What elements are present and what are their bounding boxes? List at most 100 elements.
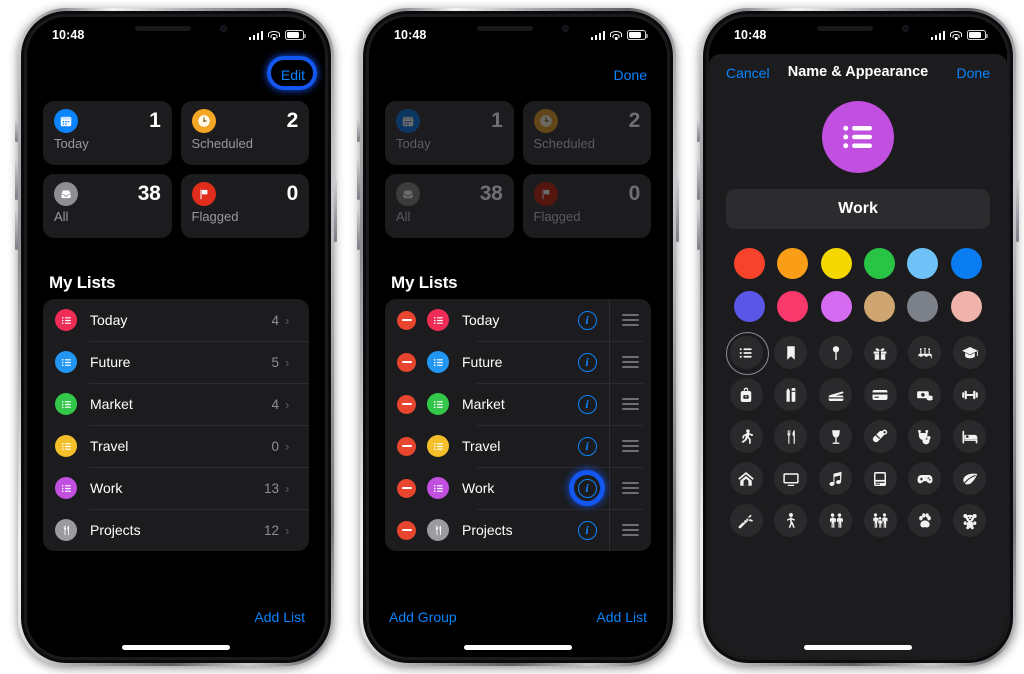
- list-row-projects[interactable]: Projects i: [385, 509, 651, 551]
- color-swatch-gray[interactable]: [907, 291, 939, 322]
- mute-switch[interactable]: [15, 120, 18, 142]
- list-row-travel[interactable]: Travel i: [385, 425, 651, 467]
- list-row-today[interactable]: Today i: [385, 299, 651, 341]
- icon-option-paw-print-icon[interactable]: [908, 504, 942, 537]
- icon-option-tv-icon[interactable]: [774, 462, 808, 495]
- list-row-travel[interactable]: Travel 0 ›: [43, 425, 309, 467]
- color-swatch-red[interactable]: [734, 248, 766, 279]
- delete-row-button[interactable]: [397, 520, 416, 540]
- info-button[interactable]: i: [577, 436, 597, 456]
- icon-option-gift-icon[interactable]: [863, 336, 897, 369]
- icon-option-pencils-icon[interactable]: [774, 378, 808, 411]
- icon-option-map-pin-icon[interactable]: [819, 336, 853, 369]
- info-button[interactable]: i: [577, 352, 597, 372]
- icon-option-list-icon[interactable]: [725, 332, 769, 375]
- list-row-name: Today: [90, 312, 128, 328]
- reorder-handle-icon[interactable]: [609, 383, 651, 425]
- reorder-handle-icon[interactable]: [609, 299, 651, 341]
- icon-option-dumbbell-icon[interactable]: [953, 378, 987, 411]
- list-row-future[interactable]: Future 5 ›: [43, 341, 309, 383]
- color-swatch-indigo[interactable]: [734, 291, 766, 322]
- icon-option-pills-icon[interactable]: [863, 420, 897, 453]
- home-indicator[interactable]: [464, 645, 572, 650]
- power-button[interactable]: [334, 180, 337, 242]
- info-button[interactable]: i: [577, 394, 597, 414]
- power-button[interactable]: [1016, 180, 1019, 242]
- icon-option-computer-icon[interactable]: [863, 462, 897, 495]
- icon-option-bed-icon[interactable]: [953, 420, 987, 453]
- add-list-button[interactable]: Add List: [254, 609, 305, 625]
- icon-option-carrot-icon[interactable]: [729, 504, 763, 537]
- info-button[interactable]: i: [577, 310, 597, 330]
- icon-option-stethoscope-icon[interactable]: [908, 420, 942, 453]
- icon-option-backpack-icon[interactable]: [729, 378, 763, 411]
- volume-up-button[interactable]: [357, 160, 360, 200]
- icon-option-teddy-bear-icon[interactable]: [953, 504, 987, 537]
- smart-card-flagged[interactable]: 0 Flagged: [180, 174, 309, 238]
- list-row-future[interactable]: Future i: [385, 341, 651, 383]
- volume-up-button[interactable]: [15, 160, 18, 200]
- smart-card-count: 38: [137, 182, 161, 205]
- delete-row-button[interactable]: [397, 436, 416, 456]
- color-swatch-pink[interactable]: [777, 291, 809, 322]
- list-row-count: 0: [271, 438, 279, 454]
- smart-card-all[interactable]: 38 All: [43, 174, 172, 238]
- delete-row-button[interactable]: [397, 310, 416, 330]
- icon-option-family-icon[interactable]: [863, 504, 897, 537]
- list-row-today[interactable]: Today 4 ›: [43, 299, 309, 341]
- done-button[interactable]: Done: [614, 65, 647, 85]
- delete-row-button[interactable]: [397, 478, 416, 498]
- icon-option-bookmark-icon[interactable]: [774, 336, 808, 369]
- icon-option-music-note-icon[interactable]: [819, 462, 853, 495]
- volume-down-button[interactable]: [357, 210, 360, 250]
- volume-up-button[interactable]: [697, 160, 700, 200]
- volume-down-button[interactable]: [15, 210, 18, 250]
- color-swatch-orange[interactable]: [777, 248, 809, 279]
- icon-option-wine-glass-icon[interactable]: [819, 420, 853, 453]
- add-group-button[interactable]: Add Group: [389, 609, 457, 625]
- color-swatch-green[interactable]: [864, 248, 896, 279]
- color-swatch-blue[interactable]: [950, 248, 982, 279]
- done-button[interactable]: Done: [957, 65, 990, 81]
- info-button[interactable]: i: [577, 520, 597, 540]
- list-row-projects[interactable]: Projects 12 ›: [43, 509, 309, 551]
- home-indicator[interactable]: [804, 645, 912, 650]
- delete-row-button[interactable]: [397, 352, 416, 372]
- icon-option-leaf-icon[interactable]: [953, 462, 987, 495]
- icon-option-person-icon[interactable]: [774, 504, 808, 537]
- color-swatch-purple[interactable]: [820, 291, 852, 322]
- volume-down-button[interactable]: [697, 210, 700, 250]
- icon-option-banknote-coins-icon[interactable]: [908, 378, 942, 411]
- power-button[interactable]: [676, 180, 679, 242]
- icon-option-house-icon[interactable]: [729, 462, 763, 495]
- icon-option-birthday-cake-icon[interactable]: [908, 336, 942, 369]
- icon-option-game-controller-icon[interactable]: [908, 462, 942, 495]
- icon-option-running-person-icon[interactable]: [729, 420, 763, 453]
- reorder-handle-icon[interactable]: [609, 341, 651, 383]
- reorder-handle-icon[interactable]: [609, 425, 651, 467]
- info-button[interactable]: i: [577, 478, 597, 498]
- smart-card-scheduled[interactable]: 2 Scheduled: [180, 101, 309, 165]
- icon-option-credit-card-icon[interactable]: [863, 378, 897, 411]
- reorder-handle-icon[interactable]: [609, 509, 651, 551]
- list-row-work[interactable]: Work 13 ›: [43, 467, 309, 509]
- color-swatch-blush[interactable]: [950, 291, 982, 322]
- list-row-market[interactable]: Market 4 ›: [43, 383, 309, 425]
- icon-option-graduation-cap-icon[interactable]: [953, 336, 987, 369]
- icon-option-wallet-icon[interactable]: [819, 378, 853, 411]
- home-indicator[interactable]: [122, 645, 230, 650]
- reorder-handle-icon[interactable]: [609, 467, 651, 509]
- delete-row-button[interactable]: [397, 394, 416, 414]
- mute-switch[interactable]: [697, 120, 700, 142]
- color-swatch-tan[interactable]: [864, 291, 896, 322]
- list-name-input[interactable]: Work: [726, 189, 990, 229]
- mute-switch[interactable]: [357, 120, 360, 142]
- add-list-button[interactable]: Add List: [596, 609, 647, 625]
- icon-option-fork-knife-icon[interactable]: [774, 420, 808, 453]
- list-row-work[interactable]: Work i: [385, 467, 651, 509]
- color-swatch-light-blue[interactable]: [907, 248, 939, 279]
- list-row-market[interactable]: Market i: [385, 383, 651, 425]
- color-swatch-yellow[interactable]: [820, 248, 852, 279]
- icon-option-two-people-icon[interactable]: [819, 504, 853, 537]
- smart-card-today[interactable]: 1 Today: [43, 101, 172, 165]
